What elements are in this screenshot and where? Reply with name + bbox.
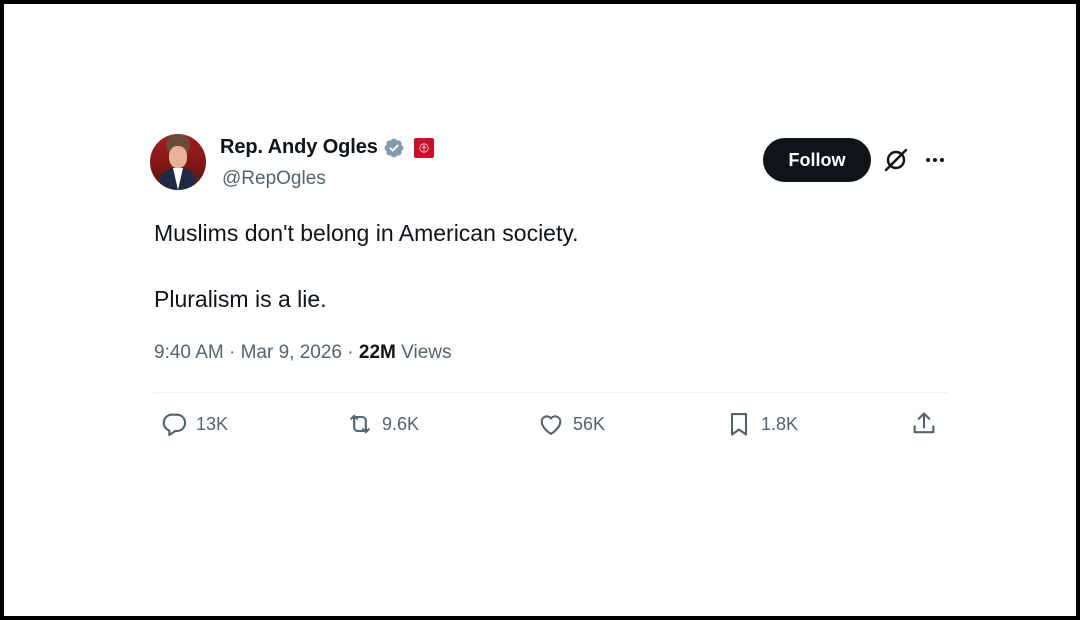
share-button[interactable] [910, 410, 938, 438]
bookmark-icon [730, 413, 748, 436]
tweet-text: Muslims don't belong in American society… [154, 218, 579, 314]
views-label: Views [401, 342, 452, 363]
tweet-header: Rep. Andy Ogles @RepOgles Follow [150, 130, 948, 194]
action-bar: 13K 9.6K 56K 1.8K [150, 410, 948, 446]
avatar-face [169, 146, 187, 168]
divider [154, 392, 948, 393]
government-badge-icon[interactable] [413, 137, 434, 158]
tweet-meta: 9:40 AM · Mar 9, 2026 · 22M Views [154, 342, 452, 364]
repost-count: 9.6K [382, 413, 420, 434]
heart-icon [540, 415, 562, 435]
government-seal-icon [419, 142, 429, 153]
repost-icon [350, 414, 370, 434]
bookmark-count: 1.8K [761, 413, 799, 434]
author-name[interactable]: Rep. Andy Ogles [220, 136, 378, 159]
reply-button[interactable]: 13K [160, 410, 228, 438]
meta-separator: · [229, 342, 236, 363]
bookmark-button[interactable]: 1.8K [725, 410, 798, 438]
tweet-date[interactable]: Mar 9, 2026 [241, 342, 342, 363]
author-name-row: Rep. Andy Ogles [220, 136, 434, 159]
follow-button[interactable]: Follow [763, 138, 871, 182]
avatar[interactable] [150, 134, 206, 190]
meta-separator: · [347, 342, 354, 363]
screenshot-frame: Rep. Andy Ogles @RepOgles Follow Muslims… [4, 4, 1076, 616]
grok-icon[interactable] [883, 147, 909, 173]
tweet-card: Rep. Andy Ogles @RepOgles Follow Muslims… [150, 130, 948, 437]
reply-count: 13K [196, 413, 229, 434]
tweet-line: Pluralism is a lie. [154, 286, 327, 312]
more-options-icon[interactable] [923, 148, 947, 172]
share-icon [913, 412, 935, 434]
tweet-time[interactable]: 9:40 AM [154, 342, 224, 363]
like-button[interactable]: 56K [537, 410, 605, 438]
repost-button[interactable]: 9.6K [346, 410, 419, 438]
tweet-line: Muslims don't belong in American society… [154, 220, 579, 246]
author-handle[interactable]: @RepOgles [222, 168, 326, 190]
like-count: 56K [573, 413, 606, 434]
reply-icon [162, 413, 187, 437]
verified-badge-icon[interactable] [383, 137, 405, 159]
views-count[interactable]: 22M [359, 342, 396, 363]
